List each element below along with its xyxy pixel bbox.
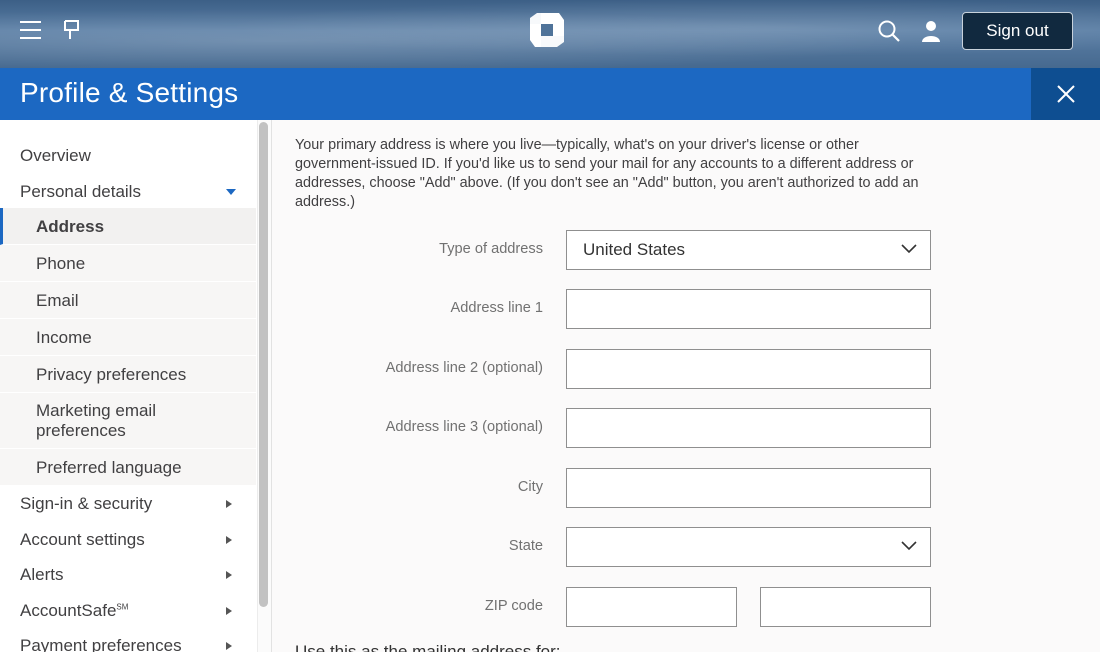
sidebar-item-label: Alerts bbox=[20, 565, 64, 584]
title-bar: Profile & Settings bbox=[0, 68, 1100, 120]
user-icon[interactable] bbox=[920, 19, 942, 43]
sidebar-item-label: Payment preferences bbox=[20, 636, 182, 652]
page-title: Profile & Settings bbox=[20, 77, 239, 108]
address-line-2-input[interactable] bbox=[566, 349, 931, 389]
address-line-2-row: Address line 2 (optional) bbox=[272, 349, 1100, 389]
sidebar-item-overview[interactable]: Overview bbox=[0, 144, 256, 168]
sidebar-subitem-label: Marketing email preferences bbox=[36, 401, 156, 440]
sidebar-subitem-label: Privacy preferences bbox=[36, 365, 187, 384]
address-form-panel: Your primary address is where you live—t… bbox=[272, 120, 1100, 652]
sidebar-item-alerts[interactable]: Alerts bbox=[0, 563, 256, 587]
address-line-3-row: Address line 3 (optional) bbox=[272, 408, 1100, 448]
flag-icon[interactable] bbox=[61, 19, 83, 41]
sidebar-subitem-label: Income bbox=[36, 328, 92, 347]
type-of-address-value: United States bbox=[583, 240, 686, 259]
caret-right-icon bbox=[226, 607, 232, 615]
chase-logo[interactable] bbox=[529, 12, 565, 48]
sidebar-item-label: Account settings bbox=[20, 530, 145, 549]
caret-right-icon bbox=[226, 571, 232, 579]
sidebar-subitem-label: Email bbox=[36, 291, 79, 310]
chevron-down-icon bbox=[901, 541, 917, 551]
top-header: Sign out bbox=[0, 0, 1100, 68]
sidebar-subitem-language[interactable]: Preferred language bbox=[0, 449, 256, 486]
caret-down-icon bbox=[226, 189, 236, 195]
sidebar-subitem-address[interactable]: Address bbox=[0, 208, 256, 245]
state-row: State bbox=[272, 527, 1100, 567]
search-icon[interactable] bbox=[877, 19, 901, 43]
sign-out-button[interactable]: Sign out bbox=[962, 12, 1073, 50]
sidebar-subitem-phone[interactable]: Phone bbox=[0, 245, 256, 282]
zip-extension-input[interactable] bbox=[760, 587, 931, 627]
address-line-2-label: Address line 2 (optional) bbox=[385, 360, 543, 376]
caret-right-icon bbox=[226, 642, 232, 650]
zip-code-input[interactable] bbox=[566, 587, 737, 627]
address-line-1-input[interactable] bbox=[566, 289, 931, 329]
sidebar-item-payment-preferences[interactable]: Payment preferences bbox=[0, 634, 256, 652]
zip-code-row: ZIP code bbox=[272, 587, 1100, 627]
sidebar-subitem-label: Preferred language bbox=[36, 458, 182, 477]
sidebar-subitem-privacy[interactable]: Privacy preferences bbox=[0, 356, 256, 393]
address-line-3-input[interactable] bbox=[566, 408, 931, 448]
sidebar-scrollbar-thumb[interactable] bbox=[259, 122, 268, 607]
caret-right-icon bbox=[226, 536, 232, 544]
sidebar-item-account-settings[interactable]: Account settings bbox=[0, 528, 256, 552]
address-line-1-label: Address line 1 bbox=[450, 300, 543, 316]
settings-sidebar: Overview Personal details Address Phone … bbox=[0, 120, 272, 652]
sidebar-subitem-income[interactable]: Income bbox=[0, 319, 256, 356]
sidebar-item-label: Personal details bbox=[20, 182, 141, 201]
sidebar-subitem-email[interactable]: Email bbox=[0, 282, 256, 319]
close-icon bbox=[1056, 85, 1075, 103]
state-label: State bbox=[508, 538, 543, 554]
state-select[interactable] bbox=[566, 527, 931, 567]
close-button[interactable] bbox=[1031, 68, 1100, 120]
type-of-address-select[interactable]: United States bbox=[566, 230, 931, 270]
address-line-1-row: Address line 1 bbox=[272, 289, 1100, 329]
zip-code-label: ZIP code bbox=[484, 598, 543, 614]
mailing-address-heading: Use this as the mailing address for: bbox=[295, 642, 561, 652]
service-mark: SM bbox=[116, 602, 129, 612]
sidebar-item-label: Overview bbox=[20, 146, 91, 165]
sidebar-item-label: AccountSafe bbox=[20, 601, 117, 620]
sidebar-item-sign-in-security[interactable]: Sign-in & security bbox=[0, 492, 256, 516]
sidebar-subitem-label: Address bbox=[36, 217, 105, 236]
city-label: City bbox=[517, 479, 543, 495]
sidebar-item-personal-details[interactable]: Personal details bbox=[0, 180, 256, 204]
type-of-address-row: Type of address United States bbox=[272, 230, 1100, 270]
sidebar-subitem-marketing-email[interactable]: Marketing email preferences bbox=[0, 393, 256, 449]
sidebar-subitem-label: Phone bbox=[36, 254, 86, 273]
address-line-3-label: Address line 3 (optional) bbox=[385, 419, 543, 435]
hamburger-icon[interactable] bbox=[20, 21, 41, 39]
chevron-down-icon bbox=[901, 244, 917, 254]
address-intro-text: Your primary address is where you live—t… bbox=[295, 137, 919, 210]
city-input[interactable] bbox=[566, 468, 931, 508]
city-row: City bbox=[272, 468, 1100, 508]
type-of-address-label: Type of address bbox=[439, 241, 543, 257]
sidebar-item-accountsafe[interactable]: AccountSafeSM bbox=[0, 599, 256, 623]
sidebar-item-label: Sign-in & security bbox=[20, 494, 153, 513]
caret-right-icon bbox=[226, 500, 232, 508]
